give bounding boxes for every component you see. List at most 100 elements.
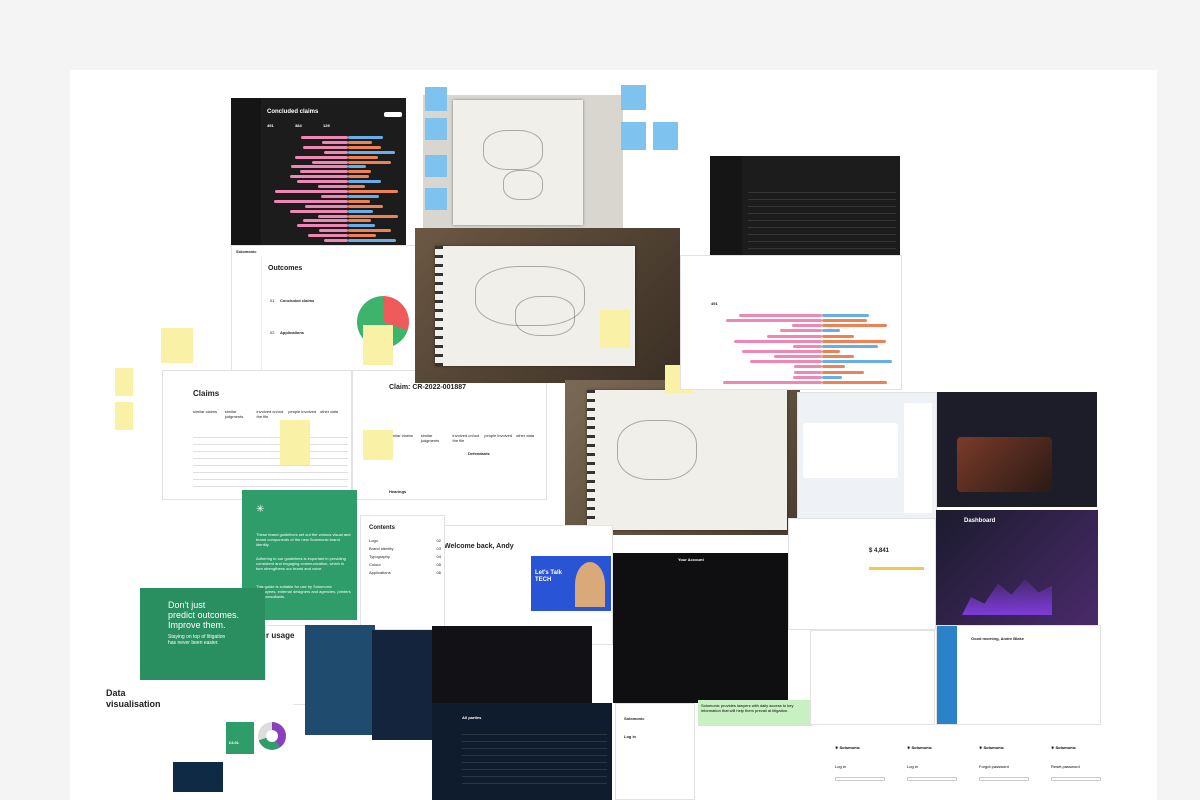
- chart-bar: [348, 155, 378, 159]
- sidebar: [937, 626, 957, 724]
- chart-bar: [348, 165, 366, 169]
- chart-bar: [791, 324, 822, 328]
- chart-bar: [291, 165, 348, 169]
- chart-bar: [348, 145, 382, 149]
- chart-bar: [822, 324, 887, 328]
- workspace-panel: Good morning, Andre Blake: [936, 625, 1101, 725]
- card-title[interactable]: Concluded claims: [280, 298, 314, 303]
- sticky-note: [115, 368, 133, 396]
- tab-item[interactable]: involved on/out the file: [257, 409, 285, 419]
- login-screen: ✳ Solomonic Forgot password: [979, 745, 1045, 800]
- contacts-list: [904, 403, 932, 513]
- chart-bar: [822, 339, 886, 343]
- sticky-note: [115, 402, 133, 430]
- login-screens-row: ✳ Solomonic Log in ✳ Solomonic Log in ✳ Solo…: [835, 745, 1135, 800]
- concluded-claims-panel: Concluded claims 491 384 129: [231, 98, 406, 245]
- greeting: Good morning, Andre Blake: [971, 636, 1024, 641]
- section-title: Defendants: [468, 451, 490, 456]
- tab-item[interactable]: involved on/out the file: [453, 433, 481, 443]
- chart-bar: [321, 140, 348, 144]
- brand-logo: ✳ Solomonic: [907, 745, 932, 750]
- tab-item[interactable]: people involved: [288, 409, 316, 419]
- brand-logo: Solomonic: [624, 716, 645, 721]
- chart-bar: [348, 204, 383, 208]
- chart-bar: [348, 185, 365, 189]
- chart-bar: [300, 136, 348, 139]
- sticky-note: [425, 155, 447, 177]
- contents-list: Logo 02 Brand identity 03 Typography 04 Colour…: [369, 538, 441, 578]
- tab-item[interactable]: similar judgments: [225, 409, 253, 419]
- chart-bar: [822, 344, 879, 348]
- chart-bar: [822, 329, 840, 333]
- login-screen: ✳ Solomonic Log in: [907, 745, 973, 800]
- area-chart: [962, 579, 1052, 615]
- sticky-note: [621, 122, 646, 150]
- tab-item[interactable]: people involved: [484, 433, 512, 443]
- input-field[interactable]: [1051, 777, 1101, 781]
- sticky-note: [425, 188, 447, 210]
- chart-bar: [766, 334, 822, 338]
- action-button[interactable]: [384, 112, 402, 117]
- chart-bar: [348, 170, 372, 174]
- note-text: Solomonic provides lawyers with daily ac…: [698, 700, 813, 726]
- chart-bar: [348, 224, 375, 228]
- input-field[interactable]: [907, 777, 957, 781]
- chart-bar: [348, 234, 376, 238]
- page-title: Claim: CR-2022-001887: [389, 384, 467, 391]
- chart-bar: [822, 334, 854, 338]
- chart-bar: [274, 199, 348, 203]
- chart-card: [173, 762, 223, 792]
- page-subtitle: visualisation: [106, 699, 161, 709]
- contents-item: Logo 02: [369, 538, 441, 543]
- video-frame[interactable]: [957, 437, 1052, 492]
- chart-bar: [319, 229, 348, 233]
- map-card[interactable]: [803, 423, 898, 478]
- donut-chart: [258, 722, 286, 750]
- chart-bar: [348, 190, 398, 193]
- chart-bar: [323, 150, 348, 154]
- chart-bar: [822, 314, 870, 317]
- chart-bar: [749, 360, 822, 364]
- chart-bar: [723, 380, 822, 384]
- chart-bar: [290, 209, 348, 213]
- tab-item[interactable]: similar claims: [389, 433, 417, 443]
- sticky-note: [425, 118, 447, 140]
- video-thumbnail[interactable]: Let's Talk TECH: [531, 556, 611, 611]
- tab-item[interactable]: similar judgments: [421, 433, 449, 443]
- book-mockup-photo: [305, 625, 375, 735]
- contents-item: Colour 05: [369, 562, 441, 567]
- card-title[interactable]: Applications: [280, 330, 304, 335]
- chart-bar: [348, 214, 399, 218]
- chart-bar: [290, 175, 348, 179]
- green-note-panel: Solomonic provides lawyers with daily ac…: [698, 700, 813, 800]
- chart-bar: [794, 370, 822, 374]
- contents-item: Typography 04: [369, 554, 441, 559]
- chart-bar: [348, 219, 372, 223]
- input-field[interactable]: [835, 777, 885, 781]
- sidebar: [232, 256, 262, 374]
- brand-logo: ✳ Solomonic: [1051, 745, 1076, 750]
- chart-bar: [303, 145, 348, 149]
- dark-app-panel: [432, 626, 592, 706]
- page-title: Claims: [193, 389, 220, 398]
- book-mockup-photo: [372, 630, 432, 740]
- speaker-photo: [575, 562, 605, 607]
- chart-bar: [348, 136, 384, 139]
- chart-bar: [321, 194, 348, 198]
- chart-bar: [793, 375, 822, 379]
- chart-bar: [308, 234, 348, 238]
- tab-item[interactable]: similar claims: [193, 409, 221, 419]
- chart-bar: [303, 219, 348, 223]
- tab-item[interactable]: other data: [320, 409, 348, 419]
- hero-subtitle: Staying on top of litigation has never be…: [168, 634, 226, 646]
- stat-lost: 129: [323, 123, 330, 128]
- chart-bar: [312, 160, 348, 164]
- sticky-note: [161, 328, 193, 363]
- sticky-note: [425, 87, 447, 111]
- chart-bar: [822, 380, 887, 384]
- sticky-note: [653, 122, 678, 150]
- page-title: r usage: [266, 631, 295, 640]
- input-field[interactable]: [979, 777, 1029, 781]
- chart-bar: [304, 204, 348, 208]
- tab-item[interactable]: other data: [516, 433, 544, 443]
